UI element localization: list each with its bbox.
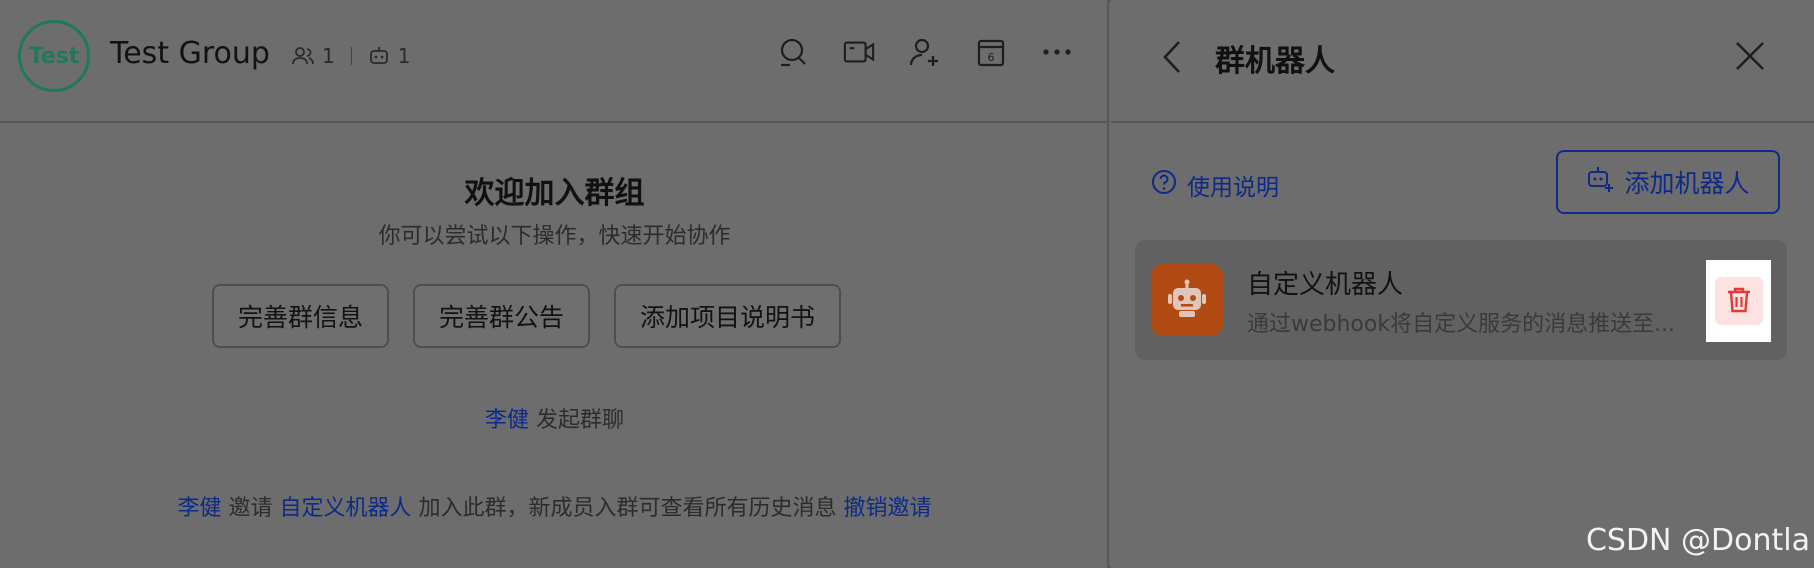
meta-divider — [350, 47, 352, 65]
back-icon[interactable] — [1159, 38, 1189, 76]
welcome-subtitle: 你可以尝试以下操作，快速开始协作 — [378, 224, 731, 249]
complete-group-info-button[interactable]: 完善群信息 — [212, 284, 390, 348]
quick-actions: 完善群信息 完善群公告 添加项目说明书 — [212, 284, 842, 348]
close-icon[interactable] — [1732, 38, 1768, 74]
search-icon[interactable] — [777, 36, 809, 68]
bot-icon — [368, 46, 390, 66]
bot-list-item[interactable]: 自定义机器人 通过webhook将自定义服务的消息推送至... — [1135, 240, 1787, 360]
invite-verb: 邀请 — [228, 496, 273, 521]
robot-icon — [1151, 264, 1223, 336]
event-group-created: 李健 发起群聊 — [0, 402, 1109, 434]
help-label: 使用说明 — [1187, 175, 1279, 201]
trash-icon — [1726, 286, 1752, 317]
panel-title: 群机器人 — [1215, 44, 1335, 79]
group-meta: 1 1 — [292, 44, 410, 68]
panel-header: 群机器人 — [1111, 0, 1814, 123]
inviter-user-link[interactable]: 李健 — [177, 496, 221, 521]
bot-description: 通过webhook将自定义服务的消息推送至... — [1247, 312, 1676, 337]
welcome-title: 欢迎加入群组 — [464, 176, 645, 211]
chat-area: Test Test Group 1 1 6 欢迎加入群组 你可以尝试以下操作，快… — [0, 0, 1109, 568]
calendar-icon[interactable]: 6 — [975, 36, 1007, 68]
invited-bot-link[interactable]: 自定义机器人 — [279, 496, 411, 521]
bot-count: 1 — [397, 44, 411, 68]
event-bot-invited: 李健 邀请 自定义机器人 加入此群，新成员入群可查看所有历史消息 撤销邀请 — [0, 490, 1109, 522]
undo-invite-link[interactable]: 撤销邀请 — [844, 496, 932, 521]
bot-name: 自定义机器人 — [1247, 270, 1404, 300]
invite-text: 加入此群，新成员入群可查看所有历史消息 — [418, 496, 837, 521]
more-icon[interactable] — [1041, 36, 1073, 68]
help-icon — [1151, 169, 1177, 201]
help-link[interactable]: 使用说明 — [1151, 168, 1279, 202]
event-text: 发起群聊 — [536, 408, 625, 433]
group-title: Test Group — [110, 36, 270, 71]
watermark: CSDN @Dontla — [1585, 523, 1810, 558]
delete-highlight — [1706, 260, 1771, 342]
event-user-link[interactable]: 李健 — [485, 408, 529, 433]
add-member-icon[interactable] — [909, 36, 941, 68]
member-count: 1 — [322, 44, 335, 68]
add-project-readme-button[interactable]: 添加项目说明书 — [614, 284, 842, 348]
members-icon — [292, 46, 314, 66]
group-avatar[interactable]: Test — [18, 20, 90, 92]
video-icon[interactable] — [843, 36, 875, 68]
group-bots-panel: 群机器人 使用说明 添加机器人 自定义机器人 通过webhook将自定义服务的消… — [1111, 0, 1814, 568]
add-bot-label: 添加机器人 — [1624, 169, 1750, 198]
header-toolbar: 6 — [777, 36, 1073, 68]
add-bot-icon — [1586, 165, 1614, 199]
complete-group-notice-button[interactable]: 完善群公告 — [413, 284, 591, 348]
chat-header: Test Test Group 1 1 6 — [0, 0, 1107, 123]
add-bot-button[interactable]: 添加机器人 — [1556, 150, 1780, 214]
delete-bot-button[interactable] — [1714, 277, 1763, 325]
group-avatar-text: Test — [28, 43, 80, 69]
calendar-day: 6 — [988, 51, 995, 64]
